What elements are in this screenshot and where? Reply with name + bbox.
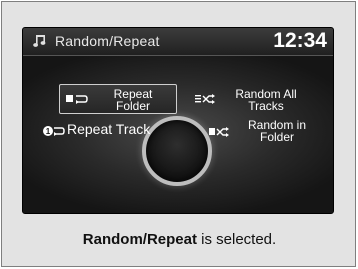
repeat-track-icon: 1 — [43, 125, 65, 137]
option-label: Random All Tracks — [235, 87, 297, 113]
svg-text:1: 1 — [46, 127, 51, 136]
option-area: Repeat Folder Random All Tracks 1 Repeat… — [23, 56, 333, 213]
repeat-folder-icon — [66, 94, 88, 104]
random-all-icon — [195, 94, 217, 104]
audio-display-screen: Random/Repeat 12:34 Repeat Folder Random… — [22, 27, 334, 214]
caption-emphasis: Random/Repeat — [82, 231, 197, 248]
title-bar: Random/Repeat 12:34 — [23, 28, 333, 56]
random-folder-icon — [209, 127, 231, 137]
option-label: Random in Folder — [247, 118, 307, 144]
option-random-in-folder[interactable]: Random in Folder — [207, 119, 317, 147]
screen-title: Random/Repeat — [55, 33, 160, 49]
caption: Random/Repeat is selected. — [2, 231, 357, 248]
clock: 12:34 — [273, 29, 327, 52]
music-note-icon — [33, 34, 47, 48]
option-repeat-track[interactable]: 1 Repeat Track — [43, 122, 163, 140]
manual-panel: Random/Repeat 12:34 Repeat Folder Random… — [1, 1, 356, 267]
option-random-all-tracks[interactable]: Random All Tracks — [191, 86, 311, 114]
caption-text: is selected. — [196, 231, 277, 248]
option-label: Repeat Folder — [113, 87, 153, 113]
option-label: Repeat Track — [67, 121, 151, 137]
option-repeat-folder[interactable]: Repeat Folder — [59, 84, 177, 114]
